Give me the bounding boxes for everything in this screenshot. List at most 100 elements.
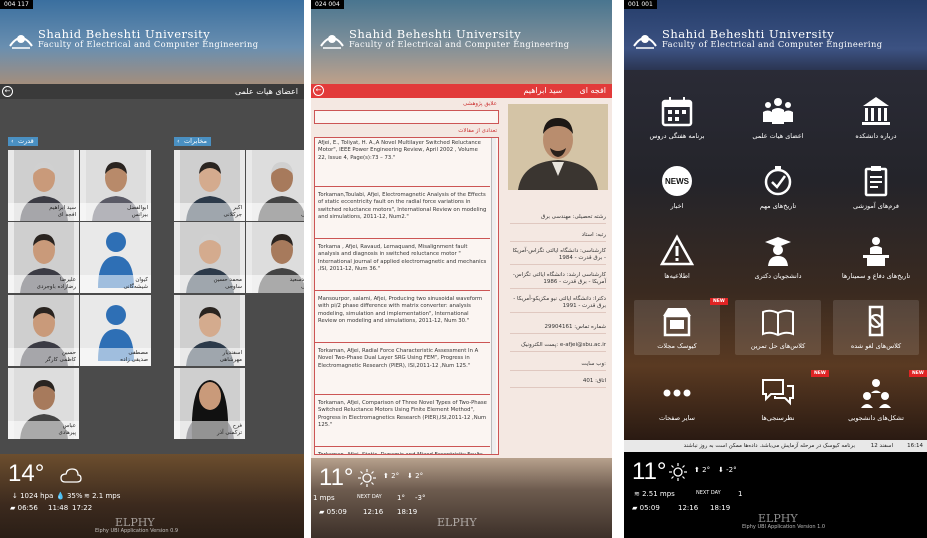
group-tag-power[interactable]: قدرت [8, 137, 38, 146]
faculty-tile[interactable]: ابوالفضل بیرانس [80, 150, 151, 221]
faculty-tile[interactable]: کیوان شیشه‌گانی [80, 222, 151, 293]
publications-column: علایق پژوهشی تعدادی از مقالات Afjei, E.,… [311, 98, 501, 458]
low-icon: ⬇ [718, 466, 724, 474]
temp-low: -2° [726, 466, 737, 474]
menu-item-kiosk[interactable]: کیوسک مجلات [632, 304, 722, 350]
sunrise-icon: ▰ [319, 508, 327, 516]
new-badge: NEW [811, 370, 829, 377]
low-icon: ⬇ [407, 472, 413, 480]
next-day-value: 1 [738, 490, 743, 498]
menu-item-label: سایر صفحات [659, 414, 695, 422]
svg-text:NEWS: NEWS [665, 177, 690, 186]
publication-item: Afjei, E., Toliyat, H. A.,A Novel Multil… [315, 138, 490, 187]
sunset: 18:19 [397, 508, 418, 516]
faculty-name: محمدسعیدجلالی [289, 277, 304, 290]
faculty-name: علیجلالی [301, 212, 304, 218]
calendar-icon [660, 94, 694, 128]
faculty-tile[interactable]: محمد حسین ساوجی [174, 222, 245, 293]
book-icon [761, 304, 795, 338]
menu-item-graduate[interactable]: دانشجویان دکتری [733, 234, 823, 280]
menu-item-students[interactable]: تشکل‌های دانشجویی [831, 376, 921, 422]
weather-panel: 14° ↓ 1024 hpa 💧 35% ≋ 2.1 mps ▰ 06:56 1… [0, 454, 304, 538]
faculty-tile[interactable]: علیرضا رضازاده باوجردی [8, 222, 79, 293]
publication-item: Torkama , Afjei, Ravaud, Lemaquand, Misa… [315, 242, 490, 291]
menu-item-label: کیوسک مجلات [657, 342, 697, 350]
cloud-icon [60, 468, 82, 486]
sun-icon [668, 462, 688, 484]
publication-item: Torkaman, Afjei, Static, Dynamic and Mix… [315, 450, 490, 454]
temperature: 11° [319, 464, 354, 491]
group-tag-telecom[interactable]: مخابرات [174, 137, 211, 146]
menu-item-warning[interactable]: اطلاعیه‌ها [632, 234, 722, 280]
menu-item-chat[interactable]: نظرسنجی‌ها [733, 376, 823, 422]
people-icon [761, 94, 795, 128]
menu-item-label: تاریخ‌های مهم [759, 202, 797, 210]
back-arrow-icon[interactable]: ← [313, 85, 324, 96]
publications-scrollbar[interactable] [491, 138, 496, 454]
faculty-name: مصطفی صدیقی زاده [120, 350, 148, 363]
ticker-time: 16:14 [907, 443, 923, 449]
faculty-name: کیوان شیشه‌گانی [123, 277, 148, 290]
menu-item-cancel-class[interactable]: کلاس‌های لغو شده [831, 304, 921, 350]
wind: 1 mps [313, 494, 335, 502]
faculty-tile[interactable]: مصطفی صدیقی زاده [80, 295, 151, 366]
menu-item-presenter[interactable]: تاریخ‌های دفاع و سمینارها [831, 234, 921, 280]
next-day-label: NEXT DAY [357, 494, 382, 500]
research-box [314, 110, 499, 124]
group-tag-label: مخابرات [184, 137, 207, 145]
faculty-name: اسفندیار مهرشاهی [219, 350, 242, 363]
profile-page: علایق پژوهشی تعدادی از مقالات Afjei, E.,… [311, 98, 612, 458]
menu-item-clipboard[interactable]: فرم‌های آموزشی [831, 164, 921, 210]
logo-emblem-icon [8, 28, 34, 50]
faculty-tile[interactable]: اکبر جرکلانی [174, 150, 245, 221]
faculty-tile[interactable]: سید ابراهیم افجه ای [8, 150, 79, 221]
menu-item-people[interactable]: اعضای هیات علمی [733, 94, 823, 140]
logo-subtitle: Faculty of Electrical and Computer Engin… [662, 39, 883, 49]
profile-info-line: رتبه: استاد [510, 232, 606, 242]
menu-item-news[interactable]: NEWS اخبار [632, 164, 722, 210]
publications-list[interactable]: Afjei, E., Toliyat, H. A.,A Novel Multil… [314, 137, 499, 455]
faculty-name: علیرضا رضازاده باوجردی [36, 277, 76, 290]
faculty-tile[interactable]: فرح ترکمنی آذر [174, 368, 245, 439]
faculty-tile[interactable]: حسین کاظمی کارگر [8, 295, 79, 366]
menu-item-more[interactable]: سایر صفحات [632, 376, 722, 422]
building-icon [859, 94, 893, 128]
menu-item-label: دانشجویان دکتری [754, 272, 802, 280]
menu-item-book[interactable]: کلاس‌های حل تمرین [733, 304, 823, 350]
menu-item-building[interactable]: درباره دانشکده [831, 94, 921, 140]
home-menu-screen: 001 001 Shahid Beheshti University Facul… [624, 0, 927, 538]
faculty-tile[interactable]: عباس پیرهادی [8, 368, 79, 439]
faculty-name: ابوالفضل بیرانس [127, 205, 148, 218]
menu-item-calendar[interactable]: برنامه هفتگی دروس [632, 94, 722, 140]
caption-bar [246, 203, 304, 221]
logo-emblem-icon [319, 28, 345, 50]
back-arrow-icon[interactable]: ← [2, 86, 13, 97]
research-heading: علایق پژوهشی [462, 101, 497, 107]
logo-emblem-icon [632, 28, 658, 50]
sunset: 18:19 [710, 504, 731, 512]
faculty-tile[interactable]: محمدسعیدجلالی [246, 222, 304, 293]
faculty-profile-screen: 024 004 Shahid Beheshti University Facul… [311, 0, 612, 538]
sunrise-icon: ▰ [632, 504, 640, 512]
ticker-text: برنامه کیوسک در مرحله آزمایش می‌باشد. دا… [683, 443, 855, 449]
menu-item-clock[interactable]: تاریخ‌های مهم [733, 164, 823, 210]
high-icon: ⬆ [694, 466, 700, 474]
menu-item-label: کلاس‌های حل تمرین [750, 342, 806, 350]
pressure-icon: ↓ [12, 492, 21, 500]
weather-panel: 11° ⬆ 2° ⬇ 2° 1 mps NEXT DAY 1° -3° ▰ 05… [311, 458, 612, 538]
faculty-list-screen: 004 117 Shahid Beheshti University Facul… [0, 0, 304, 538]
faculty-tile[interactable]: علیجلالی [246, 150, 304, 221]
menu-item-label: تشکل‌های دانشجویی [848, 414, 904, 422]
chat-icon [761, 376, 795, 410]
noon: 12:16 [363, 508, 384, 516]
profile-surname: افجه ای [579, 86, 606, 95]
faculty-tile[interactable]: اسفندیار مهرشاهی [174, 295, 245, 366]
graduate-icon [761, 234, 795, 268]
faculty-name: سید ابراهیم افجه ای [49, 205, 76, 218]
wind: 2.51 mps [642, 490, 675, 498]
sun-icon [357, 468, 377, 490]
profile-photo [508, 104, 608, 190]
new-badge: NEW [710, 298, 728, 305]
sunrise: 05:09 [639, 504, 660, 512]
publications-heading: تعدادی از مقالات [458, 128, 497, 134]
